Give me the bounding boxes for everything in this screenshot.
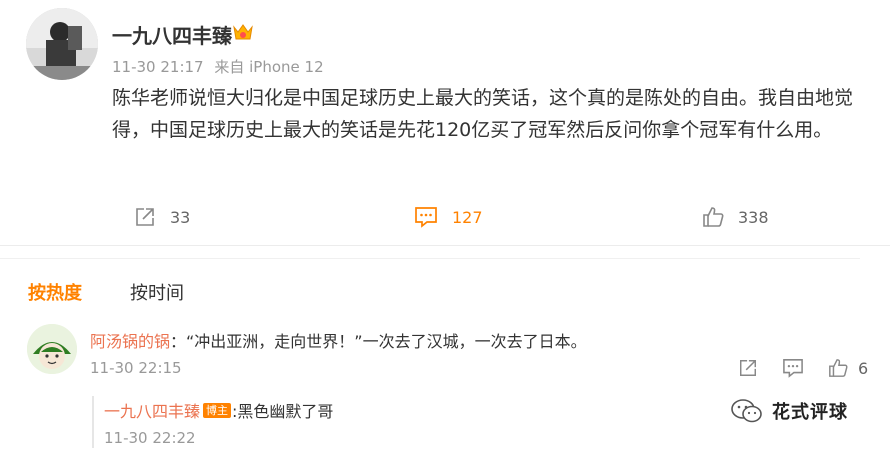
author-avatar[interactable] [26,8,98,80]
comment-count: 127 [452,207,483,227]
tab-sort-by-hot[interactable]: 按热度 [28,279,82,305]
divider [0,258,860,259]
repost-button[interactable]: 33 [134,204,190,230]
like-count: 338 [738,207,769,227]
author-badge: 博主 [203,402,232,418]
reply-content: 一九八四丰臻 博主 :黑色幽默了哥 [104,398,333,422]
comment-like-button[interactable]: 6 [828,358,868,378]
comment-text: ：“冲出亚洲，走向世界！”一次去了汉城，一次去了日本。 [170,332,587,351]
comment-icon [415,207,437,228]
post-source: 来自 iPhone 12 [214,58,324,76]
comment-actions: 6 [738,358,868,378]
commenter-avatar[interactable] [27,324,77,374]
reply-author-name[interactable]: 一九八四丰臻 [104,398,200,422]
comment-content: 阿汤锅的锅：“冲出亚洲，走向世界！”一次去了汉城，一次去了日本。 [90,328,587,352]
comment-button[interactable]: 127 [414,204,483,230]
reply-time: 11-30 22:22 [104,429,196,447]
author-name[interactable]: 一九八四丰臻 [112,20,232,49]
watermark-text: 花式评球 [772,402,848,423]
reply-indent-bar [92,396,94,448]
comment-icon [783,359,803,378]
comment-like-count: 6 [858,358,869,378]
thumbs-up-icon [829,359,848,377]
repost-count: 33 [170,207,191,227]
like-button[interactable]: 338 [702,204,769,230]
tab-sort-by-time[interactable]: 按时间 [130,279,184,305]
comment-time: 11-30 22:15 [90,359,182,377]
commenter-name[interactable]: 阿汤锅的锅 [90,332,170,351]
comment-reply-button[interactable] [782,358,804,378]
post-meta: 11-30 21:17 来自 iPhone 12 [112,56,330,77]
thumbs-up-icon [703,207,724,227]
comment-repost-button[interactable] [738,358,758,378]
post-time[interactable]: 11-30 21:17 [112,58,204,76]
post-text: 陈华老师说恒大归化是中国足球历史上最大的笑话，这个真的是陈处的自由。我自由地觉得… [112,87,854,141]
repost-icon [740,360,756,376]
watermark: 花式评球 [730,398,848,424]
vip-crown-icon [232,23,254,43]
divider [0,245,890,246]
repost-icon [136,208,154,226]
reply-text: :黑色幽默了哥 [232,402,334,421]
wechat-icon [731,399,762,423]
